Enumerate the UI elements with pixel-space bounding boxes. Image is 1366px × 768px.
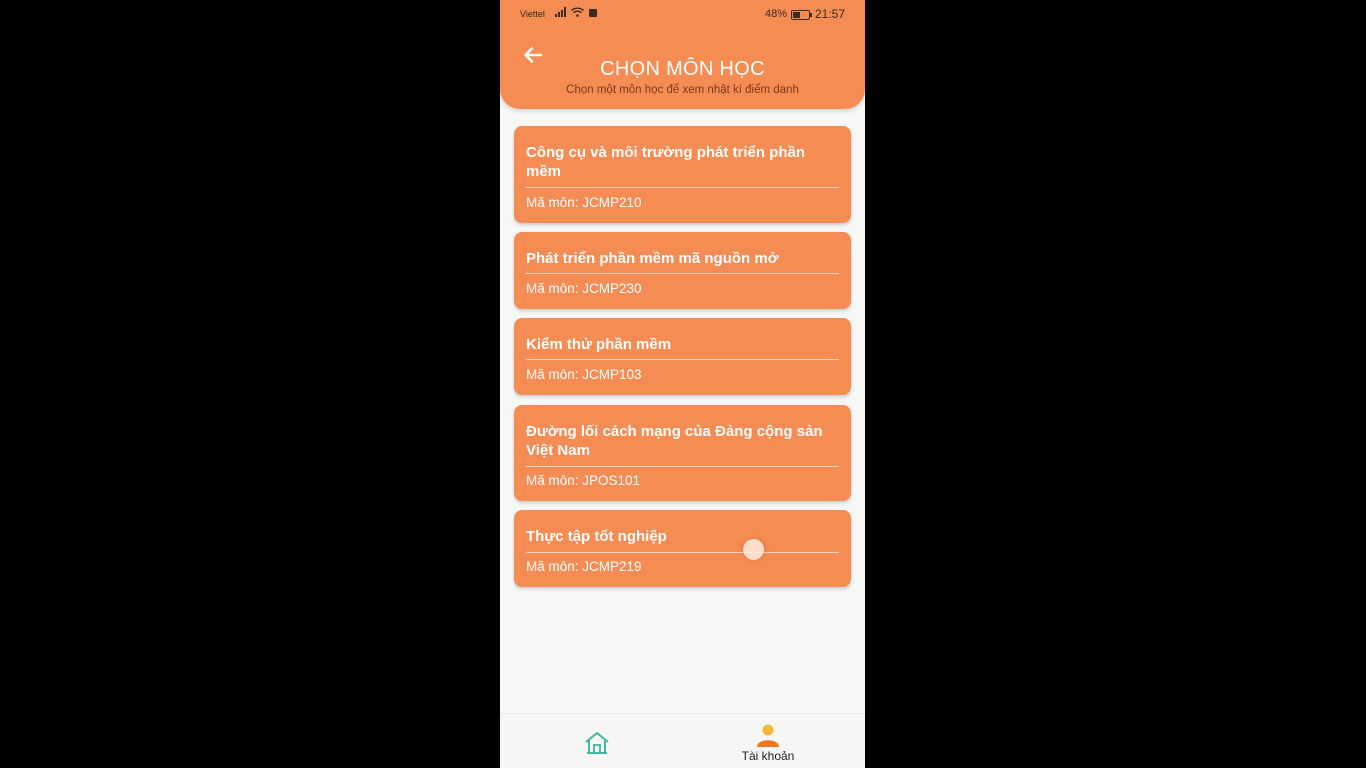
- header: Viettel 48% 21:57 CHỌN MÔN HỌC Chọn một …: [500, 0, 865, 109]
- clock: 21:57: [815, 7, 846, 21]
- phone-screen: Viettel 48% 21:57 CHỌN MÔN HỌC Chọn một …: [500, 0, 865, 768]
- course-code: Mã môn: JCMP210: [526, 195, 642, 210]
- course-card[interactable]: Đường lối cách mạng của Đảng cộng sản Vi…: [514, 405, 851, 501]
- course-code: Mã môn: JCMP230: [526, 281, 642, 296]
- course-code: Mã môn: JCMP103: [526, 367, 642, 382]
- course-card[interactable]: Thực tập tốt nghiệp Mã môn: JCMP219: [514, 510, 851, 587]
- course-name: Kiểm thử phần mềm: [526, 336, 672, 353]
- divider: [526, 273, 839, 274]
- divider: [526, 466, 839, 467]
- course-code: Mã môn: JCMP219: [526, 559, 642, 574]
- nav-account-label: Tài khoản: [741, 749, 795, 763]
- course-name: Công cụ và môi trường phát triển phần mề…: [526, 144, 806, 180]
- course-name: Đường lối cách mạng của Đảng cộng sản Vi…: [526, 423, 823, 459]
- divider: [526, 187, 839, 188]
- course-card[interactable]: Phát triển phần mềm mã nguồn mở Mã môn: …: [514, 232, 851, 309]
- bottom-nav: Tài khoản: [500, 713, 865, 768]
- nav-home-button[interactable]: [570, 714, 624, 768]
- divider: [526, 552, 839, 553]
- status-icons: [555, 7, 597, 17]
- nav-account-button[interactable]: Tài khoản: [726, 714, 810, 768]
- status-bar: Viettel 48% 21:57: [500, 0, 865, 28]
- course-name: Phát triển phần mềm mã nguồn mở: [526, 250, 779, 267]
- page-title: CHỌN MÔN HỌC: [600, 58, 765, 80]
- divider: [526, 359, 839, 360]
- course-card[interactable]: Công cụ và môi trường phát triển phần mề…: [514, 126, 851, 223]
- page-subtitle: Chọn một môn học để xem nhật kí điểm dan…: [566, 84, 799, 96]
- user-avatar-icon: [757, 724, 779, 747]
- home-icon: [585, 732, 609, 754]
- wifi-icon: [571, 7, 584, 17]
- battery-fill: [793, 12, 801, 18]
- touch-indicator: [743, 539, 764, 560]
- carrier-label: Viettel: [520, 9, 545, 19]
- course-name: Thực tập tốt nghiệp: [526, 528, 667, 545]
- notification-icon: [589, 9, 597, 17]
- battery-icon: [791, 10, 812, 20]
- course-code: Mã môn: JPOS101: [526, 473, 641, 488]
- battery-percent: 48%: [765, 8, 788, 20]
- signal-icon: [555, 7, 566, 17]
- course-card[interactable]: Kiểm thử phần mềm Mã môn: JCMP103: [514, 318, 851, 395]
